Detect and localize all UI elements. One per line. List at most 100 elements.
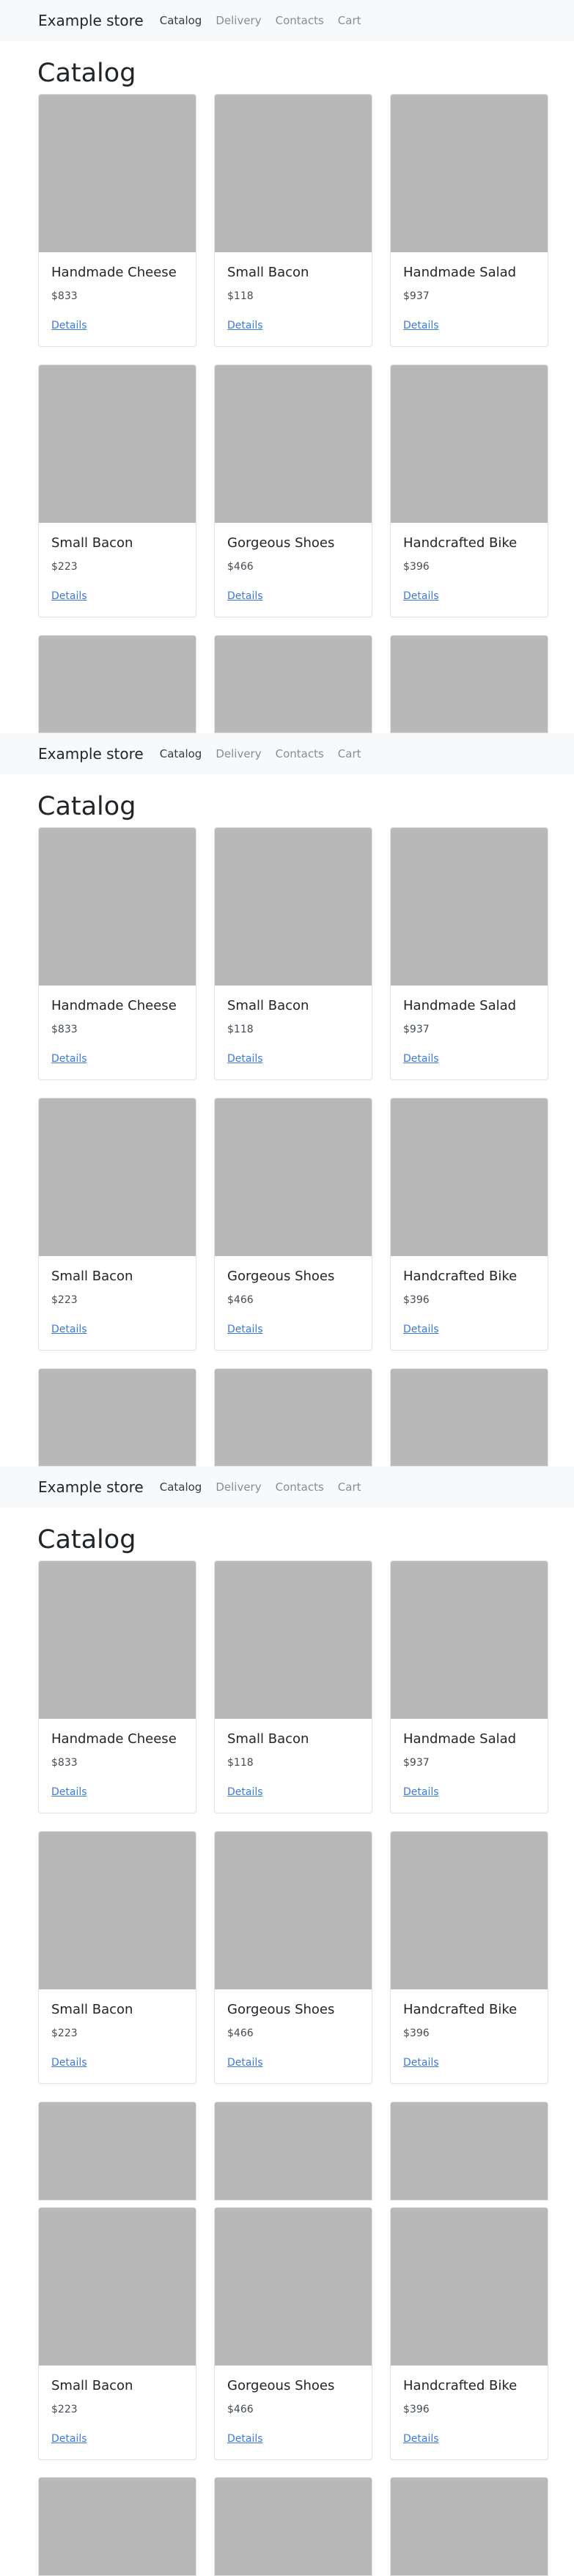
product-card: Small Bacon $223 Details [38,2207,196,2460]
product-card: Small Bacon $223 Details [38,364,196,617]
product-image-placeholder[interactable] [39,1561,196,1719]
navbar: Example store Catalog Delivery Contacts Cart [0,1467,574,1508]
details-link[interactable]: Details [403,1786,439,1798]
product-card: Handcrafted Bike $396 Details [390,2207,548,2460]
nav-link-cart[interactable]: Cart [338,1480,361,1494]
product-price: $466 [227,2028,254,2039]
product-image-placeholder[interactable] [391,365,548,523]
product-image-placeholder[interactable] [38,1368,196,1467]
product-name: Handmade Salad [403,265,517,280]
product-image-placeholder[interactable] [39,2208,196,2366]
details-link[interactable]: Details [227,2057,263,2069]
details-link[interactable]: Details [51,590,87,602]
product-image-placeholder[interactable] [391,95,548,252]
product-image-placeholder[interactable] [390,1368,548,1467]
details-link[interactable]: Details [51,1053,87,1065]
product-card: Handmade Cheese $833 Details [38,1560,196,1813]
product-image-placeholder[interactable] [391,828,548,986]
details-link[interactable]: Details [227,320,263,331]
product-image-placeholder[interactable] [215,2208,372,2366]
product-price: $396 [403,2404,430,2415]
product-image-placeholder[interactable] [214,2102,372,2201]
product-name: Gorgeous Shoes [227,535,335,551]
product-card: Small Bacon $118 Details [214,94,372,347]
details-link[interactable]: Details [227,2433,263,2445]
product-image-placeholder[interactable] [215,365,372,523]
product-name: Small Bacon [227,998,309,1013]
product-image-placeholder[interactable] [215,1561,372,1719]
details-link[interactable]: Details [403,2057,439,2069]
product-name: Handmade Cheese [51,265,177,280]
product-image-placeholder[interactable] [38,635,196,733]
details-link[interactable]: Details [51,2433,87,2445]
nav-link-delivery[interactable]: Delivery [216,14,261,27]
product-name: Handcrafted Bike [403,2002,518,2017]
product-image-placeholder[interactable] [215,1098,372,1256]
details-link[interactable]: Details [227,1053,263,1065]
details-link[interactable]: Details [51,2057,87,2069]
details-link[interactable]: Details [227,1324,263,1335]
product-price: $118 [227,290,254,302]
product-name: Gorgeous Shoes [227,2002,335,2017]
product-image-placeholder[interactable] [391,1561,548,1719]
product-image-placeholder[interactable] [215,95,372,252]
product-image-placeholder[interactable] [38,2477,196,2576]
product-image-placeholder[interactable] [391,1098,548,1256]
product-image-placeholder[interactable] [215,1832,372,1989]
product-image-placeholder[interactable] [38,2102,196,2201]
product-card: Handmade Salad $937 Details [390,1560,548,1813]
page-title: Catalog [37,1525,136,1555]
nav-link-contacts[interactable]: Contacts [276,1480,324,1494]
nav-link-cart[interactable]: Cart [338,747,361,760]
product-price: $937 [403,1757,430,1769]
product-card: Handmade Salad $937 Details [390,94,548,347]
product-image-placeholder[interactable] [39,95,196,252]
product-price: $396 [403,2028,430,2039]
details-link[interactable]: Details [403,590,439,602]
product-name: Handcrafted Bike [403,535,518,551]
product-image-placeholder[interactable] [39,365,196,523]
product-card: Gorgeous Shoes $466 Details [214,364,372,617]
product-price: $223 [51,2028,78,2039]
product-card: Handcrafted Bike $396 Details [390,364,548,617]
product-price: $223 [51,1294,78,1306]
details-link[interactable]: Details [51,1786,87,1798]
nav-link-catalog[interactable]: Catalog [160,747,202,760]
product-image-placeholder[interactable] [390,635,548,733]
details-link[interactable]: Details [227,590,263,602]
brand-link[interactable]: Example store [38,12,144,29]
details-link[interactable]: Details [51,320,87,331]
product-image-placeholder[interactable] [39,1098,196,1256]
product-image-placeholder[interactable] [214,635,372,733]
details-link[interactable]: Details [403,1053,439,1065]
nav-link-catalog[interactable]: Catalog [160,14,202,27]
page-title: Catalog [37,59,136,88]
product-image-placeholder[interactable] [214,2477,372,2576]
nav-link-cart[interactable]: Cart [338,14,361,27]
product-name: Small Bacon [51,2378,133,2393]
details-link[interactable]: Details [227,1786,263,1798]
product-image-placeholder[interactable] [39,1832,196,1989]
details-link[interactable]: Details [51,1324,87,1335]
product-card: Small Bacon $118 Details [214,827,372,1080]
product-name: Handcrafted Bike [403,1269,518,1284]
product-image-placeholder[interactable] [215,828,372,986]
product-name: Small Bacon [51,2002,133,2017]
brand-link[interactable]: Example store [38,1478,144,1496]
product-image-placeholder[interactable] [214,1368,372,1467]
product-image-placeholder[interactable] [391,2208,548,2366]
product-image-placeholder[interactable] [391,1832,548,1989]
details-link[interactable]: Details [403,320,439,331]
nav-link-contacts[interactable]: Contacts [276,14,324,27]
navbar: Example store Catalog Delivery Contacts Cart [0,0,574,41]
brand-link[interactable]: Example store [38,745,144,763]
product-image-placeholder[interactable] [390,2102,548,2201]
nav-link-delivery[interactable]: Delivery [216,1480,261,1494]
details-link[interactable]: Details [403,2433,439,2445]
nav-link-delivery[interactable]: Delivery [216,747,261,760]
nav-link-contacts[interactable]: Contacts [276,747,324,760]
product-image-placeholder[interactable] [390,2477,548,2576]
product-image-placeholder[interactable] [39,828,196,986]
details-link[interactable]: Details [403,1324,439,1335]
nav-link-catalog[interactable]: Catalog [160,1480,202,1494]
